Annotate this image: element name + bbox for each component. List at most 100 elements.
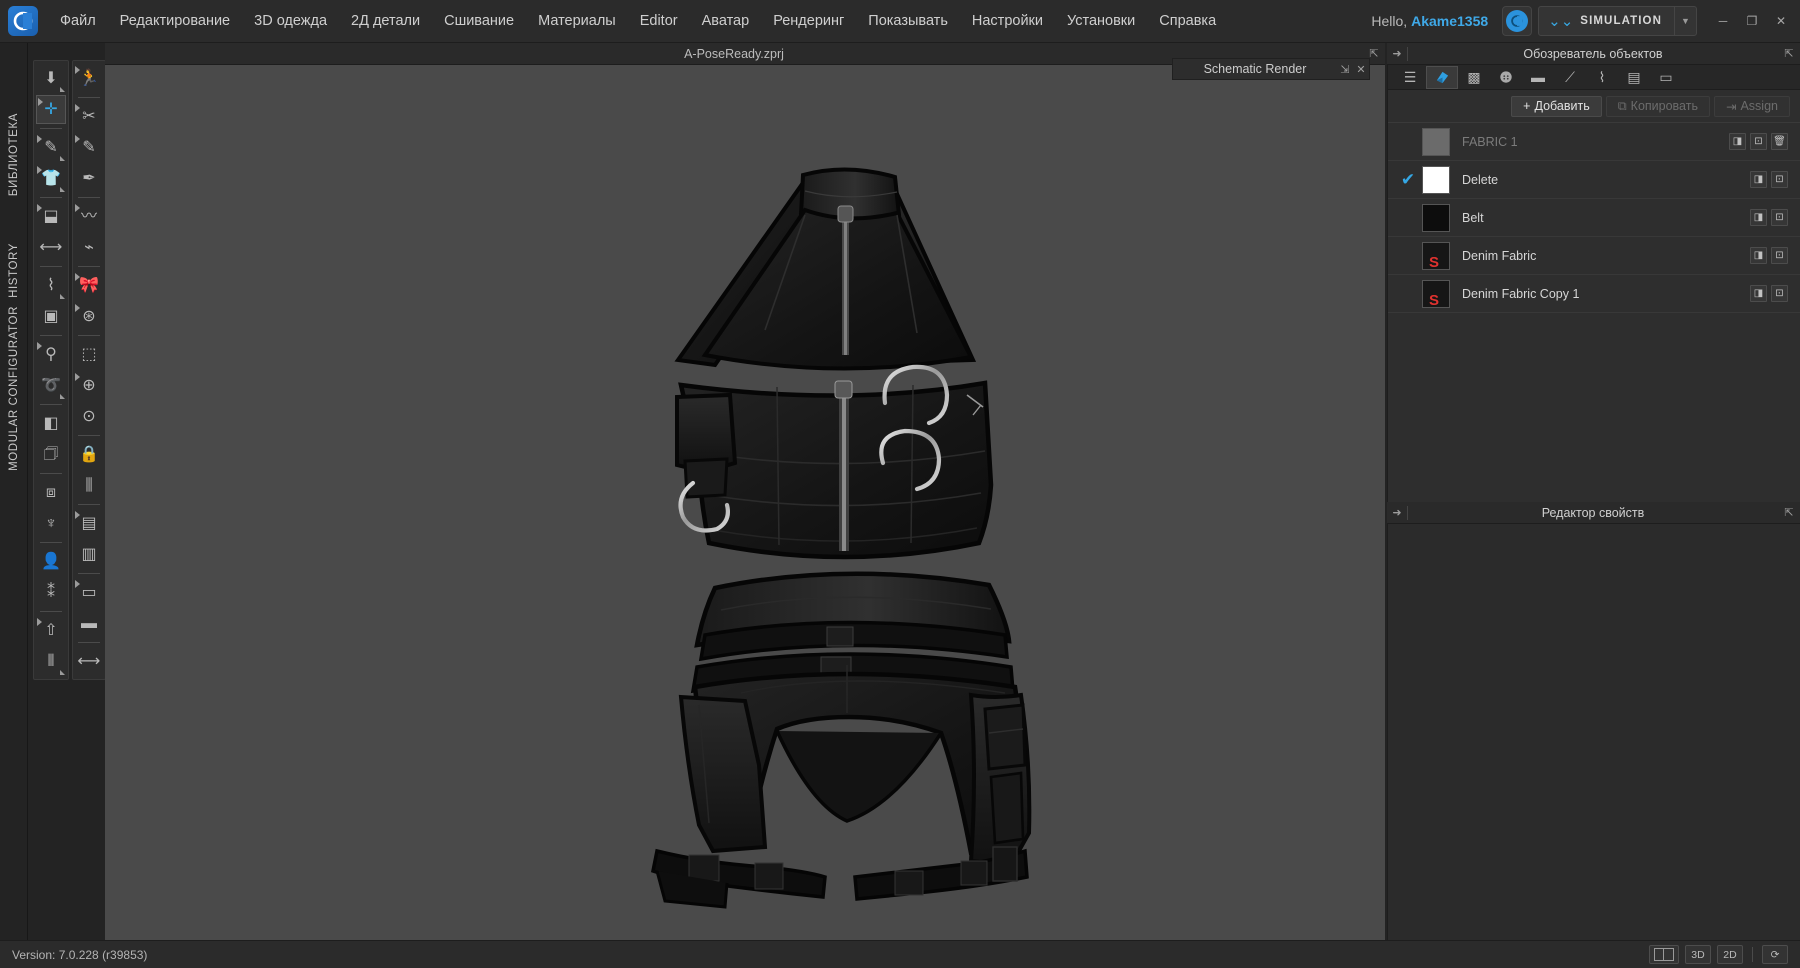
flatten-tool[interactable]: ◧: [36, 409, 66, 438]
curve-sewing-tool[interactable]: ⌁: [74, 233, 104, 262]
fabric-swatch[interactable]: S: [1422, 241, 1450, 270]
window-close-button[interactable]: ✕: [1768, 10, 1794, 32]
split-view-icon[interactable]: [1649, 945, 1679, 964]
print-layout-tool[interactable]: ▣: [36, 302, 66, 331]
garment-tool[interactable]: 👕: [36, 164, 66, 193]
menu-help[interactable]: Справка: [1147, 0, 1228, 43]
edit-fabric-icon[interactable]: ◨: [1750, 209, 1767, 226]
walk-avatar-tool[interactable]: 🏃: [74, 64, 104, 93]
menu-editor[interactable]: Editor: [628, 0, 690, 43]
pin-tool[interactable]: ⚲: [36, 340, 66, 369]
button-tool[interactable]: ⊛: [74, 302, 104, 331]
fabric-swatch[interactable]: S: [1422, 279, 1450, 308]
fabric-roll-2-tool[interactable]: ▥: [74, 540, 104, 569]
avatar-tool[interactable]: 👤: [36, 547, 66, 576]
clo-logo-icon[interactable]: [8, 6, 38, 36]
locate-icon[interactable]: ⊡: [1771, 247, 1788, 264]
graphic-tab[interactable]: ▤: [1618, 66, 1650, 89]
locate-icon[interactable]: ⊡: [1750, 133, 1767, 150]
edit-pattern-tool[interactable]: ✎: [36, 133, 66, 162]
topstitch-tab[interactable]: ▬: [1522, 66, 1554, 89]
zipper-tool[interactable]: ⇧: [36, 616, 66, 645]
texture-grid-tab[interactable]: ▩: [1458, 66, 1490, 89]
segment-sewing-tool[interactable]: ✒: [74, 164, 104, 193]
measure-tab[interactable]: ▭: [1650, 66, 1682, 89]
fabric-row[interactable]: ✔ Delete ◨ ⊡: [1388, 161, 1800, 199]
cloud-account-icon[interactable]: [1502, 6, 1533, 36]
transform-tool[interactable]: ✛: [36, 95, 66, 124]
fabric-roll-tool[interactable]: ▤: [74, 509, 104, 538]
stitch-tab[interactable]: ⟋: [1554, 66, 1586, 89]
fabric-row[interactable]: FABRIC 1 ◨ ⊡ 🗑: [1388, 123, 1800, 161]
assign-button[interactable]: ⇥ Assign: [1713, 95, 1790, 117]
fold-arrange-tool[interactable]: ⬓: [36, 202, 66, 231]
fabric-row[interactable]: Belt ◨ ⊡: [1388, 199, 1800, 237]
fabric-drape-tool[interactable]: 〰: [74, 202, 104, 231]
pleat-tool[interactable]: ⌇: [36, 271, 66, 300]
free-sewing-tool[interactable]: ✎: [74, 133, 104, 162]
edit-fabric-icon[interactable]: ◨: [1729, 133, 1746, 150]
locate-icon[interactable]: ⊡: [1771, 285, 1788, 302]
menu-settings[interactable]: Настройки: [960, 0, 1055, 43]
3d-viewport[interactable]: [105, 65, 1385, 940]
menu-file[interactable]: Файл: [48, 0, 108, 43]
menu-avatar[interactable]: Аватар: [690, 0, 762, 43]
close-icon[interactable]: ✕: [1353, 63, 1369, 76]
particle-distance-tool[interactable]: ⁑: [36, 578, 66, 607]
sidebar-tab-library[interactable]: БИБЛИОТЕКА: [0, 95, 28, 215]
menu-edit[interactable]: Редактирование: [108, 0, 242, 43]
zipper-trim-tool[interactable]: ⫼: [74, 471, 104, 500]
view-3d-button[interactable]: 3D: [1685, 945, 1711, 964]
select-mesh-tool[interactable]: ⬇: [36, 64, 66, 93]
elastic-tool[interactable]: ⟷: [74, 647, 104, 676]
jacket-tool[interactable]: ⧈: [36, 478, 66, 507]
edit-fabric-icon[interactable]: ◨: [1750, 285, 1767, 302]
shirt-tool[interactable]: 🗇: [36, 440, 66, 469]
pin-icon[interactable]: ➜: [1387, 47, 1407, 60]
topstitch-tool[interactable]: ⫴: [36, 647, 66, 676]
menu-materials[interactable]: Материалы: [526, 0, 628, 43]
menu-2d-pattern[interactable]: 2Д детали: [339, 0, 432, 43]
duplicate-button[interactable]: ⧉ Копировать: [1605, 95, 1710, 117]
fabric-swatch[interactable]: [1422, 165, 1450, 194]
snap-tool[interactable]: ⊕: [74, 371, 104, 400]
row-checkmark-icon[interactable]: ✔: [1394, 170, 1422, 190]
edit-fabric-icon[interactable]: ◨: [1750, 171, 1767, 188]
sewing-tool[interactable]: ✂: [74, 102, 104, 131]
corset-tool[interactable]: ♆: [36, 509, 66, 538]
fabric-swatch[interactable]: [1422, 203, 1450, 232]
tack-tool[interactable]: ➰: [36, 371, 66, 400]
snap-pair-tool[interactable]: ⊙: [74, 402, 104, 431]
graphic-tool[interactable]: ▬: [74, 609, 104, 638]
collapse-icon[interactable]: ⇲: [1337, 63, 1353, 76]
fabric-row[interactable]: S Denim Fabric Copy 1 ◨ ⊡: [1388, 275, 1800, 313]
menu-render[interactable]: Рендеринг: [761, 0, 856, 43]
menu-preferences[interactable]: Установки: [1055, 0, 1147, 43]
trash-icon[interactable]: 🗑: [1771, 133, 1788, 150]
locate-icon[interactable]: ⊡: [1771, 171, 1788, 188]
button-tab[interactable]: [1490, 66, 1522, 89]
popout-icon[interactable]: ⇱: [1778, 506, 1800, 519]
edit-fabric-icon[interactable]: ◨: [1750, 247, 1767, 264]
fabric-row[interactable]: S Denim Fabric ◨ ⊡: [1388, 237, 1800, 275]
menu-3d-garment[interactable]: 3D одежда: [242, 0, 339, 43]
tape-tool[interactable]: ▭: [74, 578, 104, 607]
locate-icon[interactable]: ⊡: [1771, 209, 1788, 226]
chevron-down-icon[interactable]: ▼: [1674, 7, 1696, 35]
fabric-tab[interactable]: [1426, 65, 1458, 89]
window-maximize-button[interactable]: ❐: [1739, 10, 1765, 32]
measure-tool[interactable]: ⟷: [36, 233, 66, 262]
menu-sewing[interactable]: Сшивание: [432, 0, 526, 43]
simulation-mode-selector[interactable]: ⌄⌄ SIMULATION ▼: [1538, 6, 1697, 36]
menu-display[interactable]: Показывать: [856, 0, 960, 43]
lock-snap-tool[interactable]: 🔒: [74, 440, 104, 469]
window-minimize-button[interactable]: ─: [1710, 10, 1736, 32]
buttonhole-tool[interactable]: ⬚: [74, 340, 104, 369]
fabric-swatch[interactable]: [1422, 127, 1450, 156]
pin-icon[interactable]: ➜: [1387, 506, 1407, 519]
add-button[interactable]: + Добавить: [1511, 95, 1602, 117]
zipper-tab[interactable]: ⌇: [1586, 66, 1618, 89]
popout-icon[interactable]: ⇱: [1778, 47, 1800, 60]
sidebar-tab-modular-configurator[interactable]: MODULAR CONFIGURATOR: [0, 288, 28, 488]
object-list-tab[interactable]: ☰: [1394, 66, 1426, 89]
